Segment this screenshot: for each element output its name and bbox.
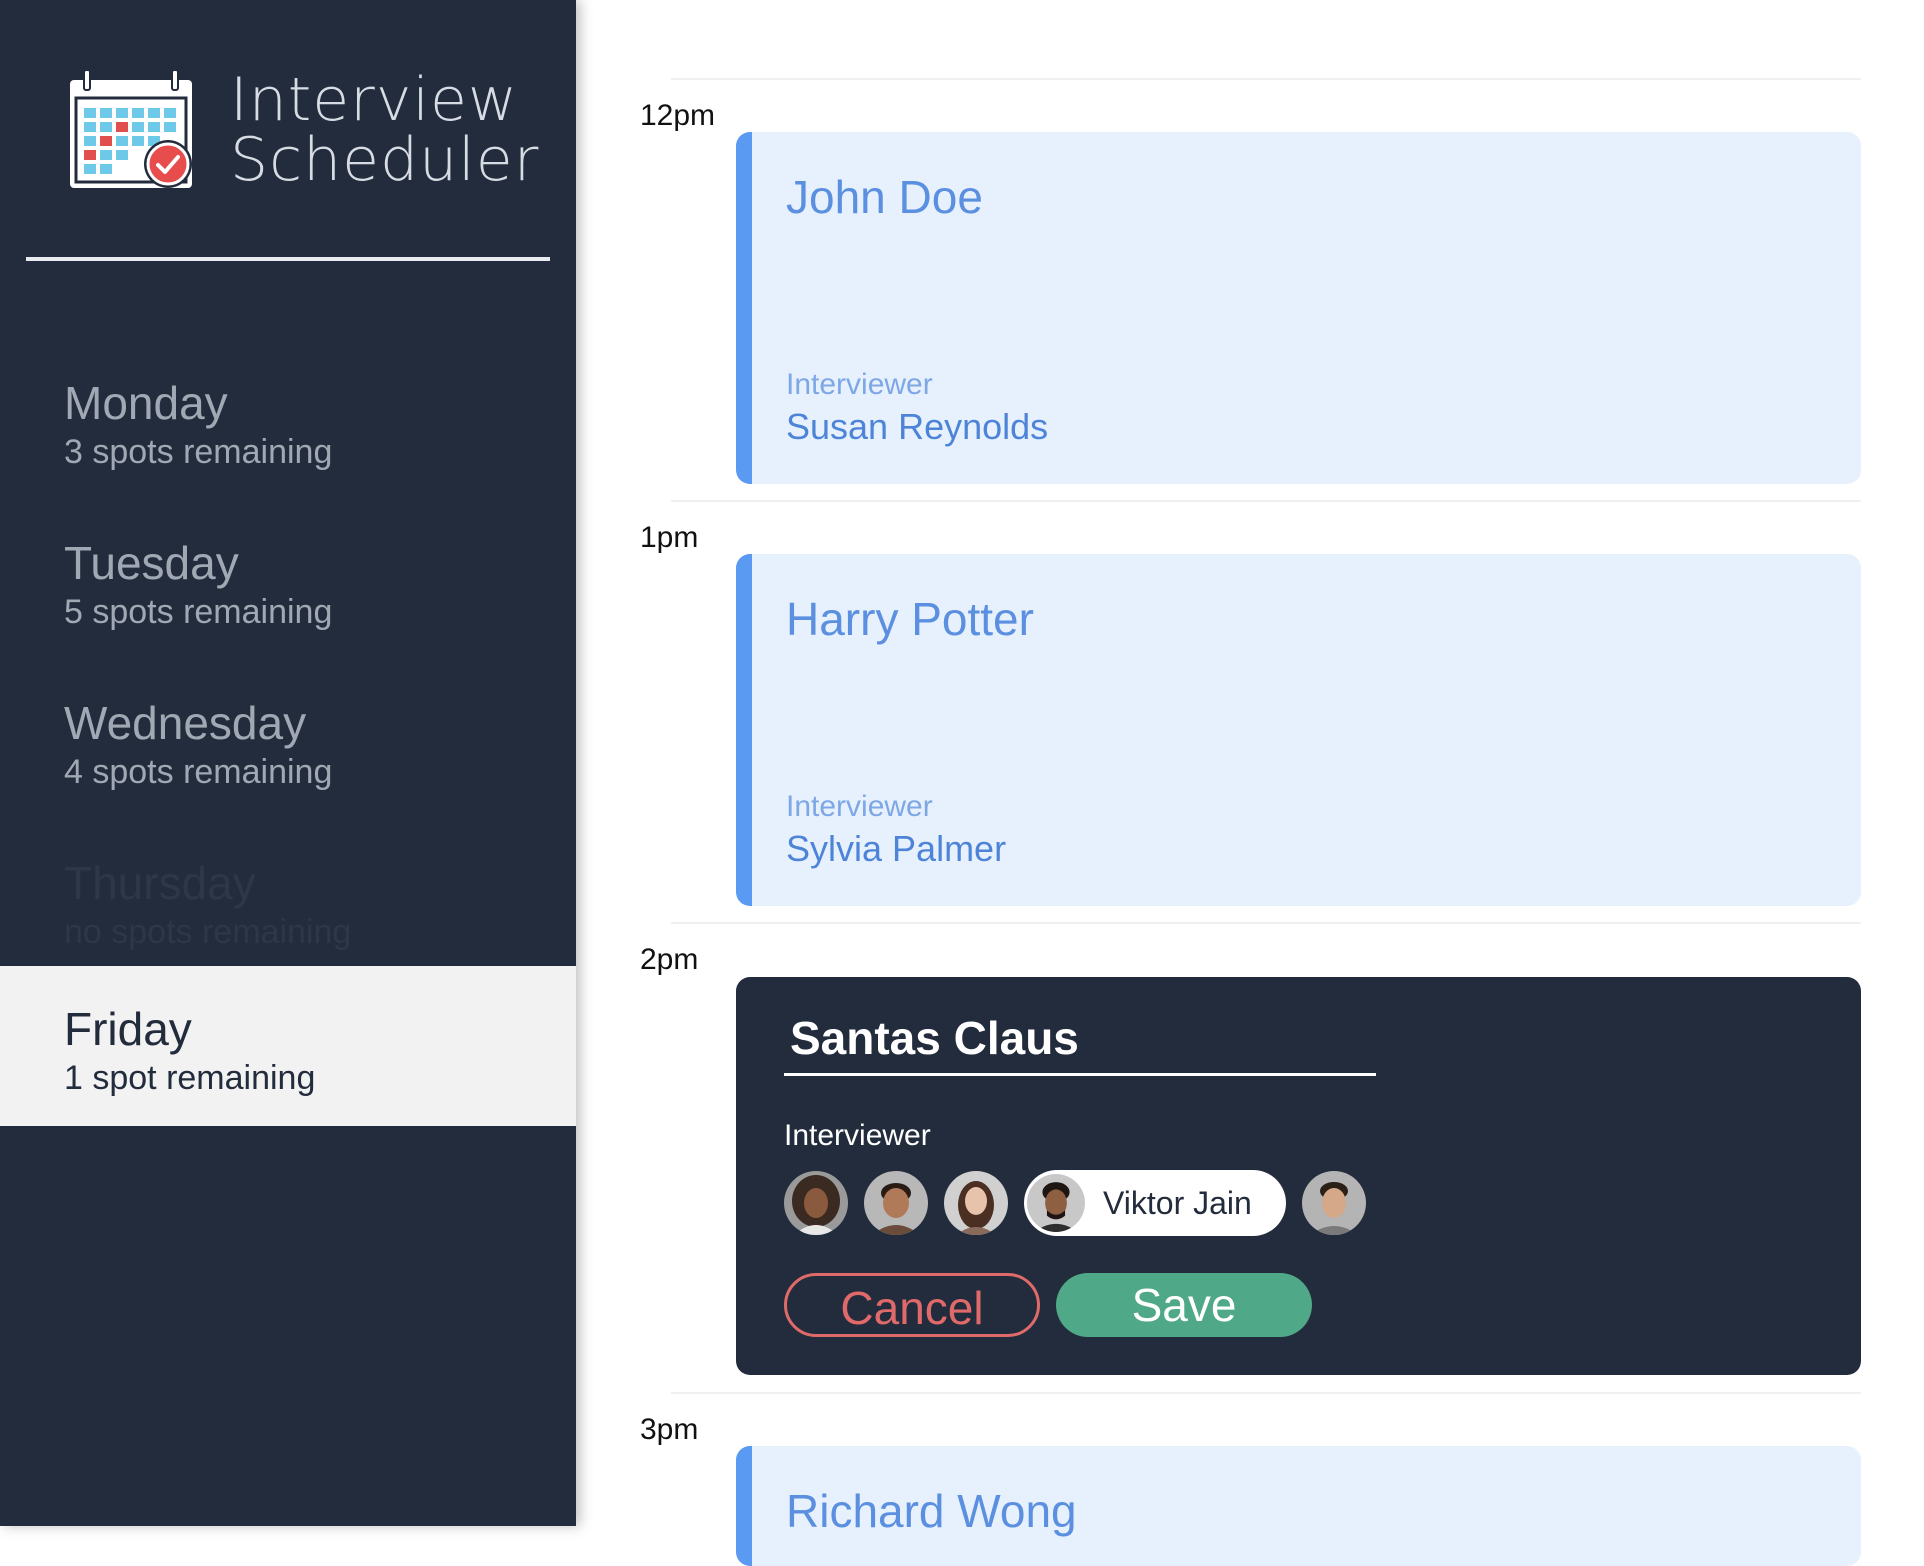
day-name: Wednesday [64,697,307,749]
avatar-photo [1301,1171,1366,1235]
student-name: Richard Wong [786,1485,1077,1537]
calendar-check-icon [70,69,192,188]
interviewer-avatar[interactable] [1301,1171,1366,1235]
interviewer-avatar[interactable] [944,1171,1008,1235]
day-item-wednesday[interactable]: Wednesday 4 spots remaining [0,662,576,822]
time-label: 12pm [640,99,716,132]
time-label: 1pm [640,521,699,554]
day-name: Thursday [64,857,256,909]
interviewer-name: Viktor Jain [1103,1184,1252,1221]
app-title-line1: Interview [230,65,518,135]
student-name-input[interactable] [784,1013,1376,1076]
day-item-monday[interactable]: Monday 3 spots remaining [0,342,576,502]
save-button[interactable]: Save [1056,1273,1312,1337]
avatar-photo [864,1171,928,1235]
day-spots: 1 spot remaining [64,1059,316,1097]
interviewer-avatar [1027,1174,1085,1232]
appointment-card[interactable]: Richard Wong [736,1446,1861,1566]
cancel-button[interactable]: Cancel [784,1273,1040,1337]
time-divider [671,500,1861,502]
time-divider [671,922,1861,924]
day-spots: 5 spots remaining [64,593,333,631]
appointment-accent [736,132,752,484]
appointment-accent [736,554,752,906]
day-item-thursday[interactable]: Thursday no spots remaining [0,822,576,982]
day-name: Friday [64,1003,192,1055]
avatar-photo [944,1171,1008,1235]
interviewer-label: Interviewer [786,790,933,823]
sidebar-divider [26,257,550,261]
appointment-card[interactable]: John Doe Interviewer Susan Reynolds [736,132,1861,484]
day-item-friday[interactable]: Friday 1 spot remaining [0,966,576,1126]
brand: Interview Scheduler [66,68,539,192]
time-divider [671,78,1861,80]
interviewer-label: Interviewer [784,1119,931,1152]
time-label: 2pm [640,943,699,976]
student-name: John Doe [786,171,983,223]
time-label: 3pm [640,1413,699,1446]
day-spots: 3 spots remaining [64,433,333,471]
appointment-card[interactable]: Harry Potter Interviewer Sylvia Palmer [736,554,1861,906]
interviewer-selected[interactable]: Viktor Jain [1024,1170,1286,1236]
avatar-photo [1027,1174,1085,1232]
avatar-photo [784,1171,848,1235]
interviewer-label: Interviewer [786,368,933,401]
interviewer-avatar[interactable] [864,1171,928,1235]
interviewer-list: Viktor Jain [784,1170,1382,1236]
interviewer-avatar[interactable] [784,1171,848,1235]
day-item-tuesday[interactable]: Tuesday 5 spots remaining [0,502,576,662]
interviewer-name: Susan Reynolds [786,406,1049,447]
appointment-form: Interviewer [736,977,1861,1375]
app-title: Interview Scheduler [230,70,539,190]
student-name: Harry Potter [786,593,1034,645]
day-spots: no spots remaining [64,913,352,951]
interviewer-name: Sylvia Palmer [786,828,1007,869]
appointment-accent [736,1446,752,1566]
time-divider [671,1392,1861,1394]
day-name: Monday [64,377,228,429]
day-spots: 4 spots remaining [64,753,333,791]
app-title-line2: Scheduler [230,125,540,195]
sidebar: Interview Scheduler Monday 3 spots remai… [0,0,576,1526]
schedule: 12pm John Doe Interviewer Susan Reynolds… [576,0,1924,1566]
day-name: Tuesday [64,537,239,589]
